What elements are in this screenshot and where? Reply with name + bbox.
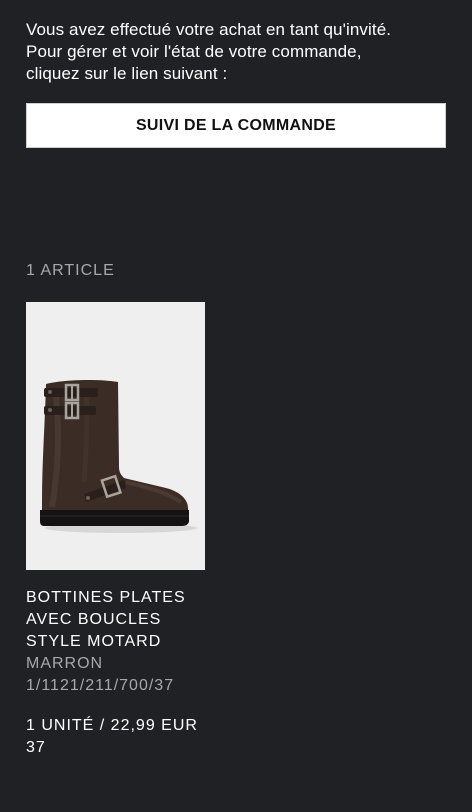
order-tracking-button[interactable]: SUIVI DE LA COMMANDE bbox=[26, 103, 446, 148]
order-tracking-button-label: SUIVI DE LA COMMANDE bbox=[135, 116, 337, 134]
boot-image-icon bbox=[40, 379, 197, 533]
message-line-3: cliquez sur le lien suivant : bbox=[26, 64, 228, 83]
product-image[interactable] bbox=[26, 302, 205, 570]
quantity-price-text: 1 UNITÉ / 22,99 EUR bbox=[26, 717, 198, 734]
product-quantity-price: 1 UNITÉ / 22,99 EUR 37 bbox=[26, 715, 198, 759]
message-line-1: Vous avez effectué votre achat en tant q… bbox=[26, 20, 392, 39]
items-count: 1 ARTICLE bbox=[26, 262, 115, 279]
product-name-line-1[interactable]: BOTTINES PLATES bbox=[26, 587, 246, 609]
product-size: 37 bbox=[26, 739, 46, 756]
product-name-line-2[interactable]: AVEC BOUCLES bbox=[26, 609, 246, 631]
product-color: MARRON bbox=[26, 655, 104, 672]
product-name-line-3[interactable]: STYLE MOTARD bbox=[26, 631, 246, 653]
product-details: BOTTINES PLATES AVEC BOUCLES STYLE MOTAR… bbox=[26, 587, 246, 697]
product-reference: 1/1121/211/700/37 bbox=[26, 677, 175, 694]
guest-purchase-message: Vous avez effectué votre achat en tant q… bbox=[26, 19, 456, 85]
message-line-2: Pour gérer et voir l'état de votre comma… bbox=[26, 42, 362, 61]
